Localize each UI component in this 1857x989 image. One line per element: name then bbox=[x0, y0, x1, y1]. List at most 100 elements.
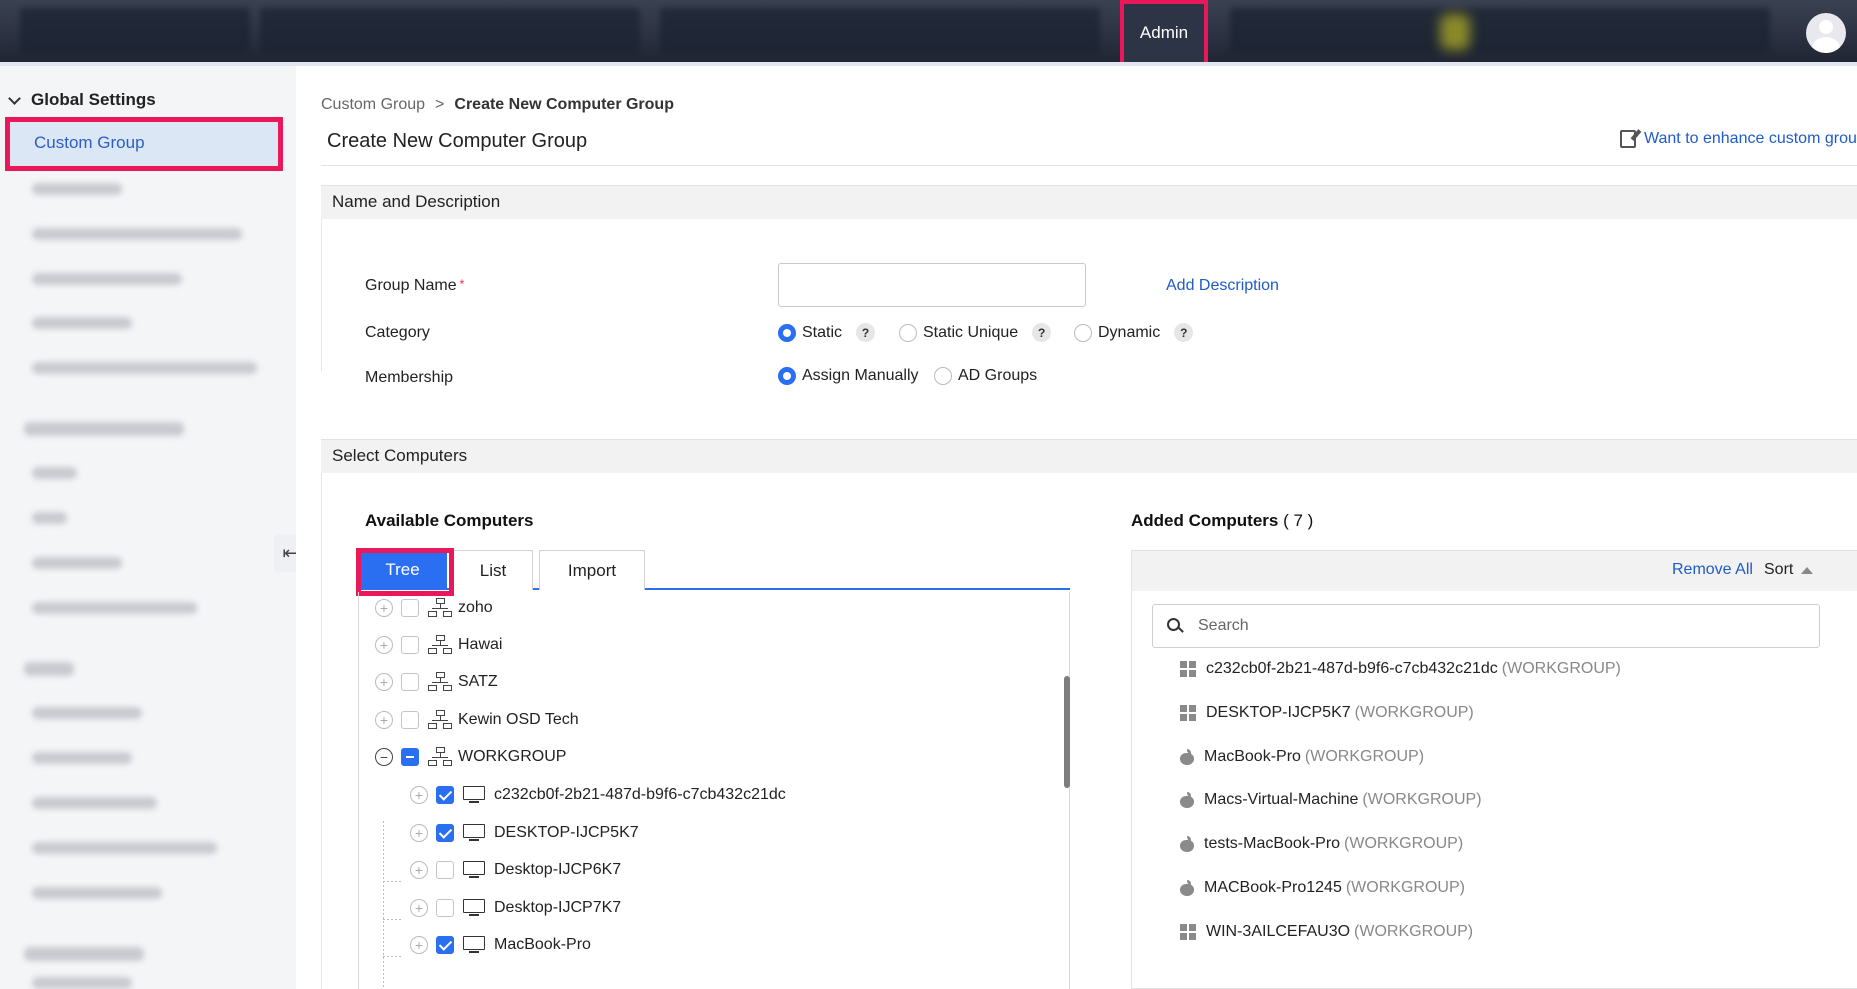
category-radio-static-unique[interactable]: Static Unique ? bbox=[899, 323, 1052, 342]
blurred-sidebar-item[interactable] bbox=[32, 887, 162, 899]
blurred-sidebar-section[interactable] bbox=[24, 947, 144, 961]
computer-name: Macs-Virtual-Machine bbox=[1204, 791, 1359, 808]
collapse-minus-icon[interactable]: − bbox=[375, 748, 393, 766]
blurred-sidebar-item[interactable] bbox=[32, 362, 257, 374]
added-computer-item: MacBook-Pro (WORKGROUP) bbox=[1180, 745, 1424, 769]
expand-plus-icon[interactable]: + bbox=[410, 861, 428, 879]
added-computer-item: c232cb0f-2b21-487d-b9f6-c7cb432c21dc (WO… bbox=[1180, 657, 1621, 681]
radio-selected-icon[interactable] bbox=[778, 323, 796, 342]
tree-node-domain[interactable]: + zoho bbox=[375, 593, 493, 623]
add-description-link[interactable]: Add Description bbox=[1166, 277, 1279, 295]
tab-list[interactable]: List bbox=[453, 550, 533, 590]
tree-node-label: DESKTOP-IJCP5K7 bbox=[494, 824, 639, 841]
group-name-input[interactable] bbox=[778, 263, 1086, 307]
checkbox[interactable] bbox=[401, 599, 419, 617]
membership-radio-assign-manually[interactable]: Assign Manually bbox=[778, 367, 919, 385]
category-radio-dynamic[interactable]: Dynamic ? bbox=[1074, 323, 1194, 342]
blurred-sidebar-item[interactable] bbox=[32, 228, 242, 240]
expand-plus-icon[interactable]: + bbox=[410, 936, 428, 954]
tree-node-computer[interactable]: + MacBook-Pro bbox=[410, 930, 591, 960]
blurred-sidebar-item[interactable] bbox=[32, 752, 132, 764]
search-box[interactable] bbox=[1152, 604, 1820, 648]
membership-radio-ad-groups[interactable]: AD Groups bbox=[934, 367, 1037, 385]
blurred-sidebar-item[interactable] bbox=[32, 797, 157, 809]
blurred-sidebar-item[interactable] bbox=[32, 512, 67, 524]
search-input[interactable] bbox=[1198, 617, 1758, 635]
blurred-sidebar-item[interactable] bbox=[32, 467, 77, 479]
apple-icon bbox=[1180, 836, 1194, 852]
tree-node-domain[interactable]: + Kewin OSD Tech bbox=[375, 705, 579, 735]
blurred-sidebar-item[interactable] bbox=[32, 183, 122, 195]
windows-icon bbox=[1180, 924, 1196, 940]
computer-group: (WORKGROUP) bbox=[1362, 791, 1482, 808]
tree-node-domain[interactable]: + Hawai bbox=[375, 630, 502, 660]
blurred-sidebar-item[interactable] bbox=[32, 707, 142, 719]
blurred-sidebar-section[interactable] bbox=[24, 422, 184, 436]
network-domain-icon bbox=[428, 672, 452, 692]
tree-node-computer[interactable]: + Desktop-IJCP7K7 bbox=[410, 893, 621, 923]
computer-group: (WORKGROUP) bbox=[1304, 748, 1425, 765]
radio-selected-icon[interactable] bbox=[778, 367, 796, 385]
checkbox-checked[interactable] bbox=[436, 824, 454, 842]
tree-node-domain[interactable]: + SATZ bbox=[375, 667, 498, 697]
computer-name: MacBook-Pro bbox=[1204, 748, 1301, 765]
user-avatar[interactable] bbox=[1806, 13, 1846, 53]
tree-node-label: SATZ bbox=[458, 673, 498, 690]
tree-node-domain-workgroup[interactable]: − WORKGROUP bbox=[375, 742, 566, 772]
blurred-sidebar-item[interactable] bbox=[32, 557, 122, 569]
admin-tab[interactable]: Admin bbox=[1120, 0, 1208, 66]
radio-unselected-icon[interactable] bbox=[899, 323, 917, 342]
checkbox[interactable] bbox=[401, 636, 419, 654]
expand-plus-icon[interactable]: + bbox=[375, 636, 393, 654]
added-computers-label: Added Computers bbox=[1131, 511, 1279, 530]
blurred-sidebar-item[interactable] bbox=[32, 317, 132, 329]
tree-node-label: zoho bbox=[458, 599, 493, 616]
tree-node-label: Desktop-IJCP7K7 bbox=[494, 899, 622, 916]
blurred-sidebar-item[interactable] bbox=[32, 842, 217, 854]
sort-button[interactable]: Sort bbox=[1764, 561, 1814, 579]
checkbox[interactable] bbox=[436, 899, 454, 917]
radio-unselected-icon[interactable] bbox=[1074, 323, 1092, 342]
expand-plus-icon[interactable]: + bbox=[375, 599, 393, 617]
breadcrumb-parent-link[interactable]: Custom Group bbox=[321, 96, 425, 114]
computer-icon bbox=[463, 824, 486, 842]
help-icon[interactable]: ? bbox=[1032, 323, 1052, 342]
category-radio-static[interactable]: Static ? bbox=[778, 323, 876, 342]
help-icon[interactable]: ? bbox=[856, 323, 876, 342]
tree-node-label: Desktop-IJCP6K7 bbox=[494, 861, 622, 878]
computer-group: (WORKGROUP) bbox=[1345, 879, 1465, 896]
group-name-label: Group Name * bbox=[365, 277, 465, 294]
checkbox[interactable] bbox=[436, 861, 454, 879]
expand-plus-icon[interactable]: + bbox=[375, 711, 393, 729]
blurred-sidebar-item[interactable] bbox=[32, 977, 132, 989]
checkbox[interactable] bbox=[401, 711, 419, 729]
expand-plus-icon[interactable]: + bbox=[375, 673, 393, 691]
blurred-sidebar-item[interactable] bbox=[32, 602, 197, 614]
computer-group: (WORKGROUP) bbox=[1501, 660, 1621, 677]
enhance-custom-group-link[interactable]: Want to enhance custom group bbox=[1620, 130, 1857, 148]
sidebar-section-global-settings[interactable]: Global Settings bbox=[8, 90, 156, 110]
available-computers-tabs: Tree List Import bbox=[358, 550, 1070, 590]
tree-node-computer[interactable]: + c232cb0f-2b21-487d-b9f6-c7cb432c21dc bbox=[410, 780, 786, 810]
checkbox-checked[interactable] bbox=[436, 786, 454, 804]
help-icon[interactable]: ? bbox=[1174, 323, 1194, 342]
tree-node-computer[interactable]: + Desktop-IJCP6K7 bbox=[410, 855, 621, 885]
expand-plus-icon[interactable]: + bbox=[410, 824, 428, 842]
blurred-sidebar-item[interactable] bbox=[32, 273, 182, 285]
tree-node-computer[interactable]: + DESKTOP-IJCP5K7 bbox=[410, 818, 639, 848]
checkbox-partial[interactable] bbox=[401, 748, 419, 766]
expand-plus-icon[interactable]: + bbox=[410, 899, 428, 917]
remove-all-link[interactable]: Remove All bbox=[1672, 561, 1753, 579]
expand-plus-icon[interactable]: + bbox=[410, 786, 428, 804]
tree-scrollbar[interactable] bbox=[1064, 676, 1070, 788]
checkbox-checked[interactable] bbox=[436, 936, 454, 954]
computer-group: (WORKGROUP) bbox=[1344, 835, 1464, 852]
radio-unselected-icon[interactable] bbox=[934, 367, 952, 385]
sidebar-item-custom-group[interactable]: Custom Group bbox=[5, 117, 283, 171]
tab-import[interactable]: Import bbox=[539, 550, 645, 590]
sidebar-item-label: Custom Group bbox=[34, 133, 145, 152]
checkbox[interactable] bbox=[401, 673, 419, 691]
tree-connector bbox=[383, 919, 403, 920]
computer-name: MACBook-Pro1245 bbox=[1204, 879, 1342, 896]
blurred-sidebar-section[interactable] bbox=[24, 662, 74, 676]
